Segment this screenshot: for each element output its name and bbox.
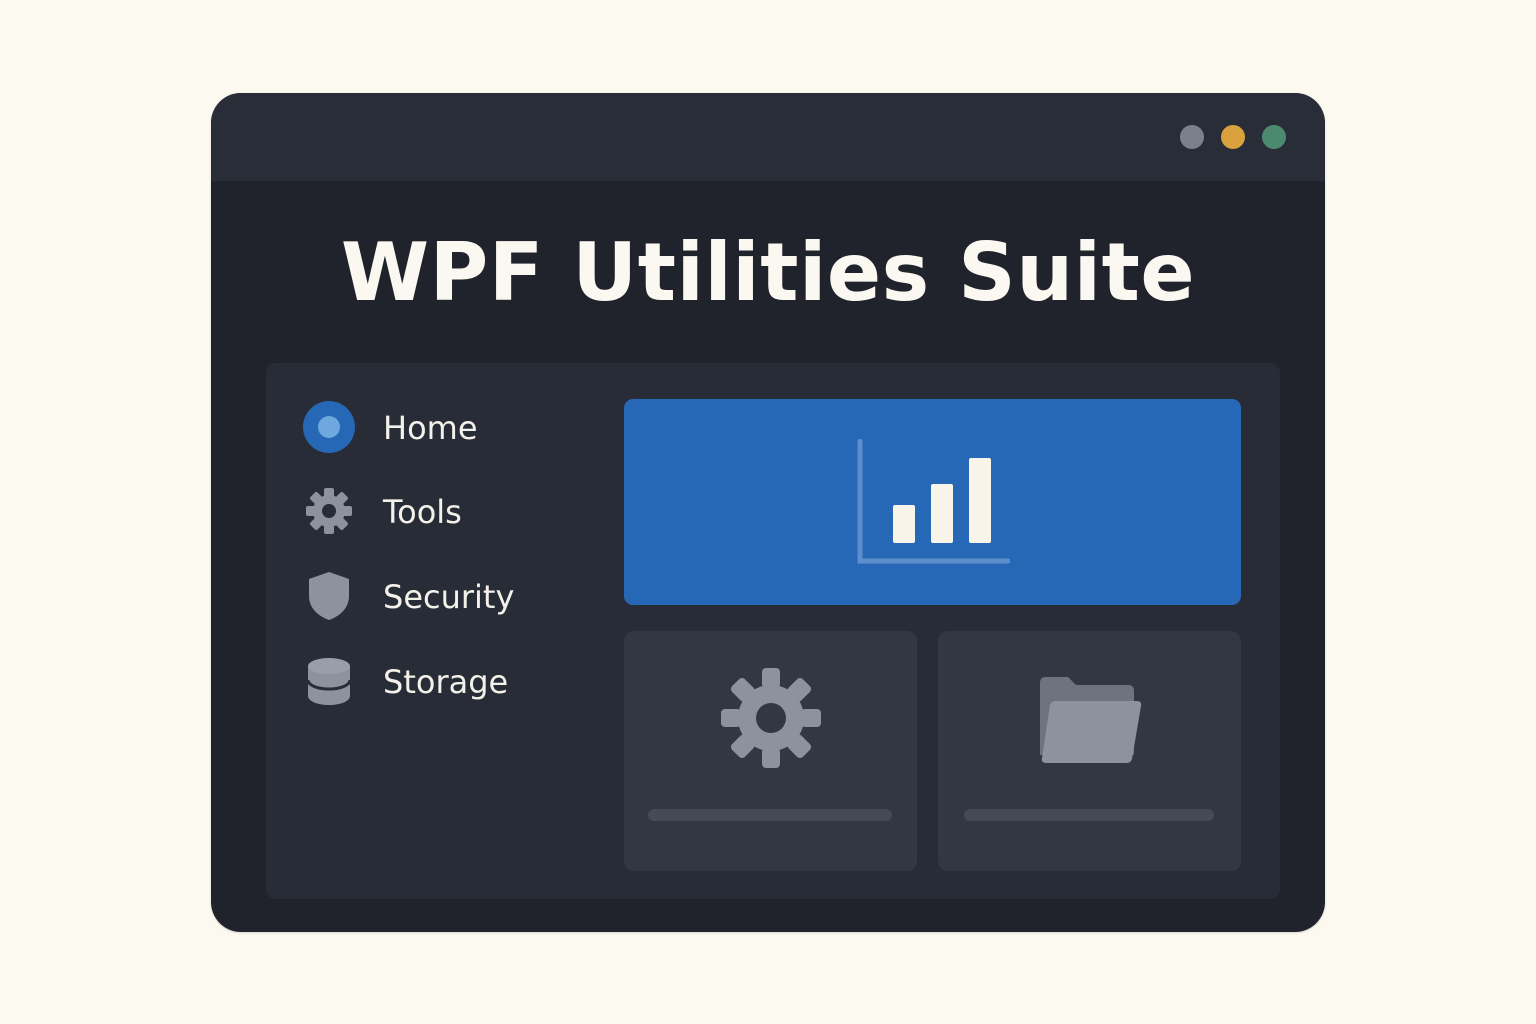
folder-icon	[1040, 677, 1142, 763]
main-panel: Home Tools Security Storage	[266, 363, 1280, 899]
minimize-button[interactable]	[1180, 125, 1204, 149]
sidebar-item-label: Home	[383, 409, 478, 447]
radio-dot-icon	[303, 401, 355, 453]
gear-icon	[306, 488, 352, 534]
app-title: WPF Utilities Suite	[340, 226, 1196, 319]
tile-label-placeholder	[964, 809, 1214, 821]
database-icon	[306, 658, 352, 705]
sidebar-item-label: Storage	[383, 663, 509, 701]
files-tile[interactable]	[938, 631, 1241, 871]
dashboard-feature-card[interactable]	[624, 399, 1241, 605]
close-button[interactable]	[1262, 125, 1286, 149]
sidebar-item-home[interactable]: Home	[302, 397, 602, 457]
sidebar-item-label: Tools	[383, 493, 462, 531]
tile-label-placeholder	[648, 809, 892, 821]
app-window: WPF Utilities Suite Home Tools Security …	[211, 93, 1325, 932]
sidebar-item-tools[interactable]: Tools	[302, 481, 602, 541]
title-bar	[211, 93, 1325, 181]
sidebar-item-label: Security	[383, 578, 515, 616]
tools-tile[interactable]	[624, 631, 917, 871]
bar-chart-icon	[857, 439, 1010, 564]
shield-icon	[309, 572, 349, 620]
sidebar-item-security[interactable]: Security	[302, 566, 602, 626]
maximize-button[interactable]	[1221, 125, 1245, 149]
gear-icon	[721, 668, 821, 768]
sidebar-item-storage[interactable]: Storage	[302, 651, 602, 711]
